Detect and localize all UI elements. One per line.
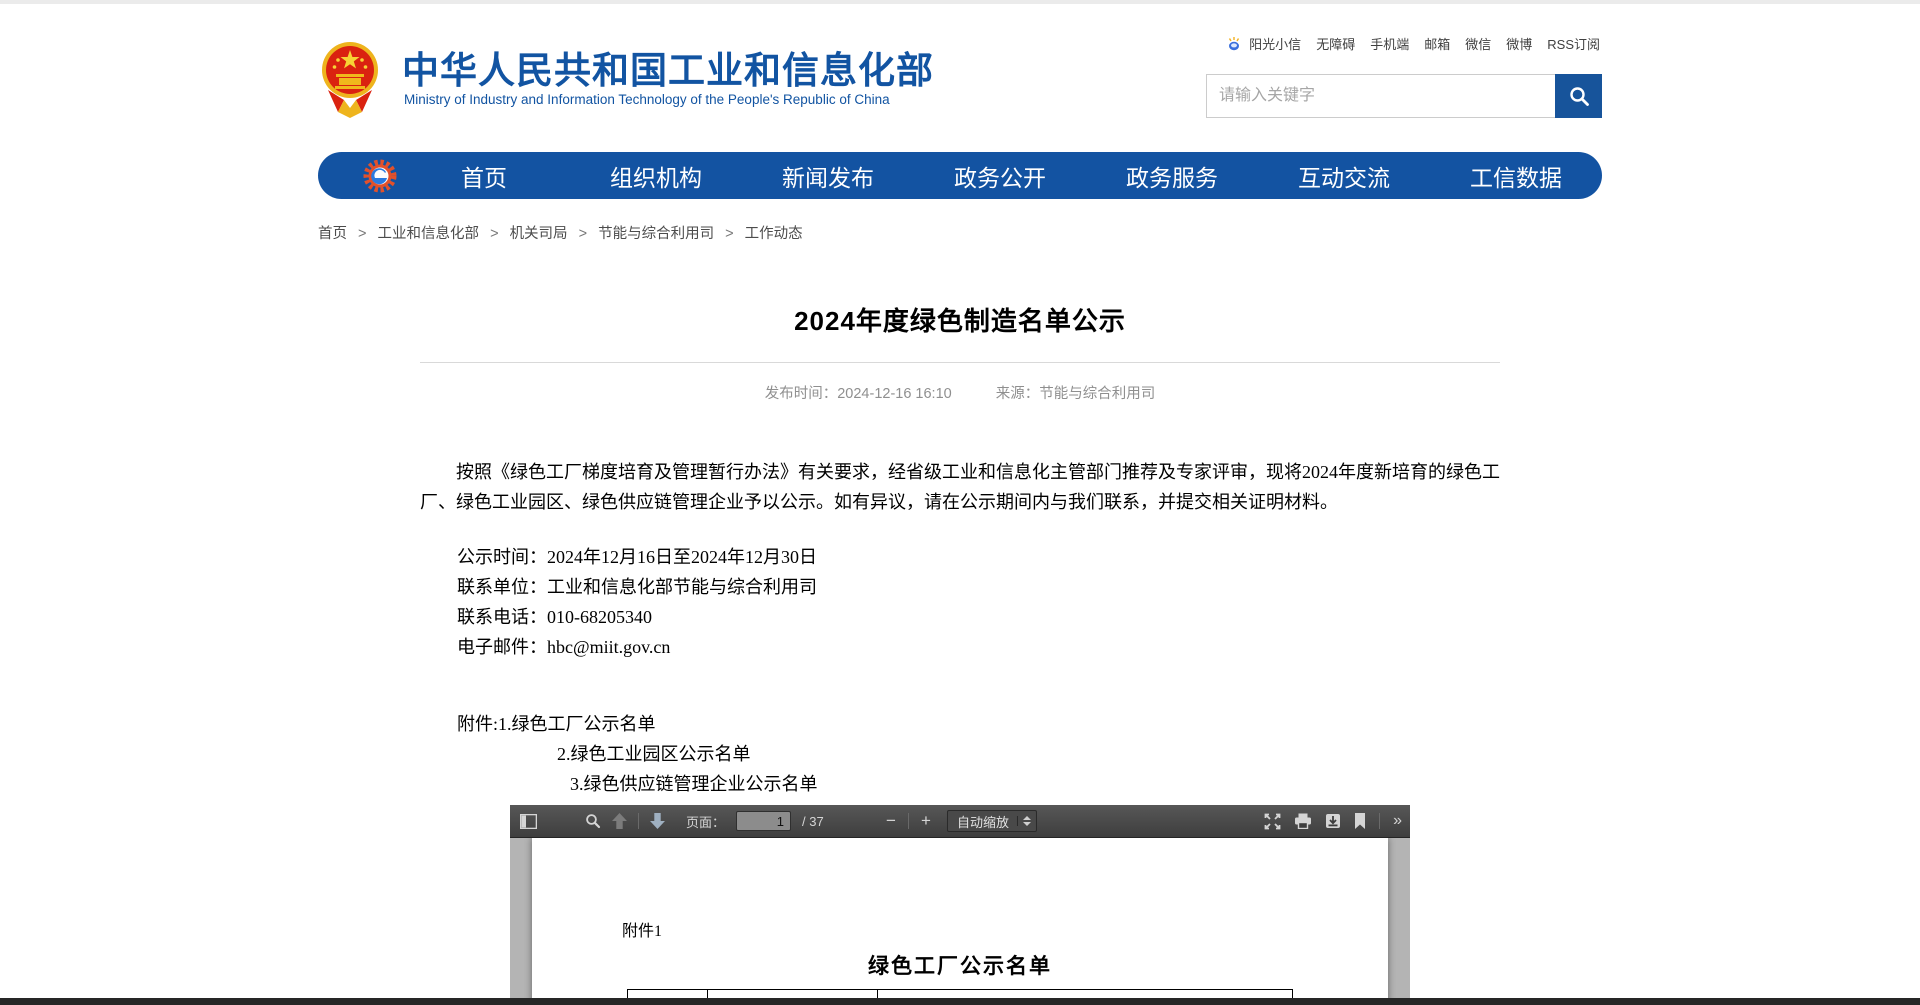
bottom-edge-strip xyxy=(0,998,1920,1005)
pdf-document-title: 绿色工厂公示名单 xyxy=(532,950,1388,980)
contact-details: 公示时间：2024年12月16日至2024年12月30日 联系单位：工业和信息化… xyxy=(420,542,1500,662)
page-down-icon xyxy=(650,813,665,829)
zoom-mode-select[interactable]: 自动缩放 xyxy=(947,810,1037,832)
quick-link-rss[interactable]: RSS订阅 xyxy=(1547,34,1600,53)
fullscreen-icon xyxy=(1264,813,1281,830)
nav-item-gov-services[interactable]: 政务服务 xyxy=(1086,159,1258,193)
nav-item-organization[interactable]: 组织机构 xyxy=(570,159,742,193)
breadcrumb-separator: > xyxy=(725,226,733,242)
sidebar-toggle-icon xyxy=(520,814,537,829)
breadcrumb: 首页 > 工业和信息化部 > 机关司局 > 节能与综合利用司 > 工作动态 xyxy=(318,222,1602,243)
zoom-in-button[interactable]: + xyxy=(918,811,934,831)
pdf-toolbar-right: » xyxy=(1264,812,1410,830)
pdf-find-button[interactable] xyxy=(585,813,601,829)
quick-link-mobile[interactable]: 手机端 xyxy=(1370,34,1409,53)
pdf-toolbar-zoom-group: − + 自动缩放 xyxy=(883,810,1037,832)
article: 2024年度绿色制造名单公示 发布时间：2024-12-16 16:10 来源：… xyxy=(420,301,1500,799)
nav-item-interaction[interactable]: 互动交流 xyxy=(1258,159,1430,193)
contact-email: 电子邮件：hbc@miit.gov.cn xyxy=(457,632,1500,662)
article-meta: 发布时间：2024-12-16 16:10 来源：节能与综合利用司 xyxy=(420,382,1500,403)
pdf-page: 附件1 绿色工厂公示名单 序号 地区 工厂名称 1 北京 北京北元电器有限公司 xyxy=(532,838,1388,1005)
page-down-button[interactable] xyxy=(650,813,665,829)
download-button[interactable] xyxy=(1325,813,1341,829)
presentation-mode-button[interactable] xyxy=(1264,813,1281,830)
pdf-search-icon xyxy=(585,813,601,829)
page-title: 2024年度绿色制造名单公示 xyxy=(420,301,1500,338)
search-button[interactable] xyxy=(1555,74,1602,118)
miit-spiral-logo-icon xyxy=(362,158,398,194)
bookmark-button[interactable] xyxy=(1354,813,1366,829)
page-up-button[interactable] xyxy=(612,813,627,829)
publish-time: 发布时间：2024-12-16 16:10 xyxy=(765,386,952,402)
national-emblem-logo xyxy=(318,38,382,118)
nav-item-home[interactable]: 首页 xyxy=(398,159,570,193)
zoom-mode-value: 自动缩放 xyxy=(957,812,1009,831)
breadcrumb-separator: > xyxy=(490,226,498,242)
pdf-toolbar-left: 页面： / 37 xyxy=(510,811,824,831)
pdf-viewer-canvas-area[interactable]: 附件1 绿色工厂公示名单 序号 地区 工厂名称 1 北京 北京北元电器有限公司 xyxy=(510,838,1410,1005)
quick-link-mailbox[interactable]: 邮箱 xyxy=(1424,34,1450,53)
page-number-label: 页面： xyxy=(686,812,725,831)
attachment-green-factory[interactable]: 附件:1.绿色工厂公示名单 xyxy=(457,709,1500,739)
breadcrumb-separator: > xyxy=(358,226,366,242)
breadcrumb-departments[interactable]: 机关司局 xyxy=(510,226,568,242)
quick-link-weibo[interactable]: 微博 xyxy=(1506,34,1532,53)
download-icon xyxy=(1325,813,1341,829)
title-divider xyxy=(420,362,1500,363)
article-paragraph: 按照《绿色工厂梯度培育及管理暂行办法》有关要求，经省级工业和信息化主管部门推荐及… xyxy=(420,457,1500,517)
article-source: 来源：节能与综合利用司 xyxy=(996,386,1156,402)
toolbar-divider xyxy=(1379,813,1380,829)
attachment-green-supply-chain[interactable]: 3.绿色供应链管理企业公示名单 xyxy=(457,769,1500,799)
pdf-toolbar: 页面： / 37 − + 自动缩放 xyxy=(510,805,1410,838)
page-up-icon xyxy=(612,813,627,829)
quick-link-accessibility[interactable]: 无障碍 xyxy=(1316,34,1355,53)
search-bar xyxy=(1206,74,1602,118)
page-count: / 37 xyxy=(802,814,824,829)
contact-unit: 联系单位：工业和信息化部节能与综合利用司 xyxy=(457,572,1500,602)
quick-link-sunshine[interactable]: 阳光小信 xyxy=(1249,34,1301,53)
contact-phone: 联系电话：010-68205340 xyxy=(457,602,1500,632)
publicity-period: 公示时间：2024年12月16日至2024年12月30日 xyxy=(457,542,1500,572)
nav-item-data[interactable]: 工信数据 xyxy=(1430,159,1602,193)
sunshine-assistant-icon xyxy=(1226,36,1242,52)
print-icon xyxy=(1294,813,1312,829)
breadcrumb-home[interactable]: 首页 xyxy=(318,226,347,242)
main-navigation: 首页 组织机构 新闻发布 政务公开 政务服务 互动交流 工信数据 xyxy=(318,152,1602,199)
breadcrumb-separator: > xyxy=(579,226,587,242)
breadcrumb-energy-dept[interactable]: 节能与综合利用司 xyxy=(598,226,714,242)
article-body: 按照《绿色工厂梯度培育及管理暂行办法》有关要求，经省级工业和信息化主管部门推荐及… xyxy=(420,457,1500,799)
zoom-out-button[interactable]: − xyxy=(883,811,899,831)
site-subtitle: Ministry of Industry and Information Tec… xyxy=(404,92,890,107)
search-input[interactable] xyxy=(1206,74,1555,118)
attachment-green-industrial-park[interactable]: 2.绿色工业园区公示名单 xyxy=(457,739,1500,769)
site-title: 中华人民共和国工业和信息化部 xyxy=(402,40,934,94)
nav-item-news[interactable]: 新闻发布 xyxy=(742,159,914,193)
breadcrumb-work-updates[interactable]: 工作动态 xyxy=(745,226,803,242)
nav-item-gov-disclosure[interactable]: 政务公开 xyxy=(914,159,1086,193)
select-arrows-icon xyxy=(1017,816,1031,826)
attachments-list: 附件:1.绿色工厂公示名单 2.绿色工业园区公示名单 3.绿色供应链管理企业公示… xyxy=(420,709,1500,799)
quick-link-wechat[interactable]: 微信 xyxy=(1465,34,1491,53)
bookmark-icon xyxy=(1354,813,1366,829)
breadcrumb-miit[interactable]: 工业和信息化部 xyxy=(378,226,480,242)
pdf-viewer: 页面： / 37 − + 自动缩放 xyxy=(510,805,1410,1005)
site-header: 中华人民共和国工业和信息化部 Ministry of Industry and … xyxy=(318,4,1602,152)
print-button[interactable] xyxy=(1294,813,1312,829)
page-number-input[interactable] xyxy=(736,811,791,831)
toolbar-divider xyxy=(638,813,639,829)
sidebar-toggle-button[interactable] xyxy=(520,814,537,829)
more-tools-button[interactable]: » xyxy=(1393,812,1400,830)
header-quick-links: 阳光小信 无障碍 手机端 邮箱 微信 微博 RSS订阅 xyxy=(1226,34,1600,53)
toolbar-divider xyxy=(908,813,909,829)
nav-items: 首页 组织机构 新闻发布 政务公开 政务服务 互动交流 工信数据 xyxy=(398,159,1602,193)
search-icon xyxy=(1567,84,1591,108)
pdf-annex-label: 附件1 xyxy=(622,917,1388,941)
